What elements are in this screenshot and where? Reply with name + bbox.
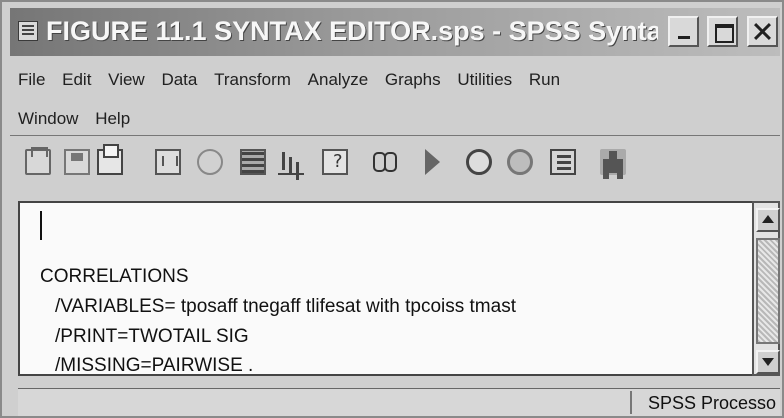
menu-row: Window Help [18,107,142,131]
toolbar-divider [10,135,780,136]
syntax-line: /MISSING=PAIRWISE . [55,355,254,376]
menu-graphs[interactable]: Graphs [385,68,441,92]
dialog-recall-icon[interactable] [155,149,181,175]
variables-icon[interactable] [322,149,348,175]
find-icon[interactable] [372,149,398,175]
text-cursor [40,211,42,240]
menu-file[interactable]: File [18,68,45,92]
menu-analyze[interactable]: Analyze [308,68,368,92]
menu-data[interactable]: Data [161,68,197,92]
maximize-button[interactable] [707,16,738,47]
status-bar: SPSS Processo [18,388,780,416]
toolbar [20,143,740,183]
scrollbar-thumb[interactable] [756,238,780,344]
data-editor-icon[interactable] [240,149,266,175]
vertical-scrollbar[interactable] [752,201,780,376]
scroll-up-icon[interactable] [756,208,780,232]
menu-utilities[interactable]: Utilities [457,68,512,92]
menu-bar: File Edit View Data Transform Analyze Gr… [18,68,778,130]
run-icon[interactable] [425,149,440,175]
processor-status-text: SPSS Processo [648,393,777,413]
syntax-editor-icon [18,21,38,41]
syntax-text-area[interactable]: CORRELATIONS /VARIABLES= tposaff tnegaff… [18,201,752,376]
title-bar[interactable]: FIGURE 11.1 SYNTAX EDITOR.sps - SPSS Syn… [10,8,780,56]
pivot-icon[interactable] [466,149,492,175]
processor-status-panel: SPSS Processo [630,391,780,414]
designate-window-icon[interactable] [600,149,626,175]
menu-help[interactable]: Help [95,107,130,131]
syntax-editor-window: FIGURE 11.1 SYNTAX EDITOR.sps - SPSS Syn… [0,0,784,418]
print-icon[interactable] [97,144,123,175]
window-title: FIGURE 11.1 SYNTAX EDITOR.sps - SPSS Syn… [46,16,658,46]
save-icon[interactable] [64,149,90,175]
menu-view[interactable]: View [108,68,145,92]
syntax-line: CORRELATIONS [40,266,189,287]
menu-row: File Edit View Data Transform Analyze Gr… [18,68,572,92]
open-icon[interactable] [25,147,51,175]
syntax-line: /PRINT=TWOTAIL SIG [55,326,249,347]
undo-icon[interactable] [197,149,223,175]
menu-transform[interactable]: Transform [214,68,291,92]
menu-window[interactable]: Window [18,107,78,131]
minimize-button[interactable] [668,16,699,47]
script-icon[interactable] [507,149,533,175]
menu-edit[interactable]: Edit [62,68,91,92]
syntax-line: /VARIABLES= tposaff tnegaff tlifesat wit… [55,296,516,317]
scroll-down-icon[interactable] [756,350,780,374]
syntax-icon[interactable] [550,149,576,175]
menu-run[interactable]: Run [529,68,560,92]
close-button[interactable] [747,16,778,47]
chart-icon[interactable] [278,149,304,175]
